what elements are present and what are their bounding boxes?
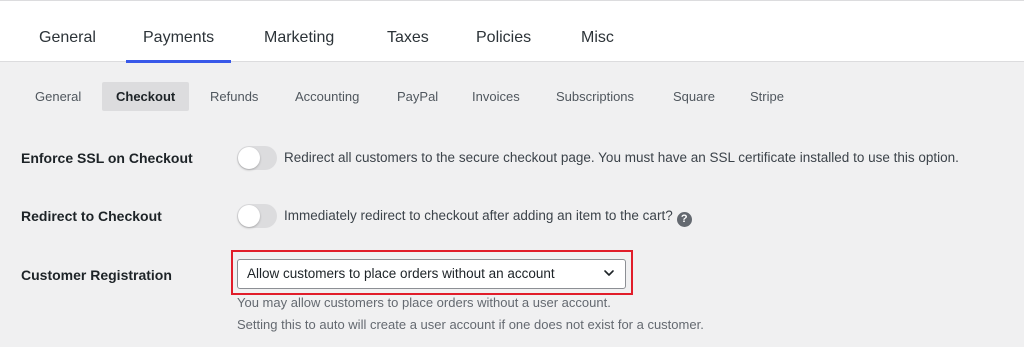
help-icon[interactable]: ? <box>676 212 692 227</box>
section-subtabs: General Checkout Refunds Accounting PayP… <box>0 82 1024 112</box>
customer-registration-help-line-2: Setting this to auto will create a user … <box>237 317 704 332</box>
tab-taxes[interactable]: Taxes <box>387 1 429 62</box>
customer-registration-select[interactable]: Allow customers to place orders without … <box>237 259 626 289</box>
subtab-general[interactable]: General <box>21 82 95 111</box>
customer-registration-selected-value: Allow customers to place orders without … <box>247 266 555 281</box>
settings-tabs-bar: General Payments Marketing Taxes Policie… <box>0 0 1024 63</box>
tab-policies[interactable]: Policies <box>476 1 531 62</box>
enforce-ssl-label: Enforce SSL on Checkout <box>21 150 193 166</box>
subtab-checkout[interactable]: Checkout <box>102 82 189 111</box>
tab-general[interactable]: General <box>39 1 96 62</box>
subtab-subscriptions[interactable]: Subscriptions <box>542 82 648 111</box>
toggle-knob <box>238 205 260 227</box>
toggle-knob <box>238 147 260 169</box>
customer-registration-label: Customer Registration <box>21 267 172 283</box>
subtab-invoices[interactable]: Invoices <box>458 82 534 111</box>
redirect-checkout-label: Redirect to Checkout <box>21 208 162 224</box>
redirect-checkout-description: Immediately redirect to checkout after a… <box>284 208 673 223</box>
enforce-ssl-toggle[interactable] <box>237 146 277 170</box>
subtab-stripe[interactable]: Stripe <box>736 82 798 111</box>
customer-registration-help-line-1: You may allow customers to place orders … <box>237 295 611 310</box>
redirect-checkout-toggle[interactable] <box>237 204 277 228</box>
tab-misc[interactable]: Misc <box>581 1 614 62</box>
redirect-checkout-description-row: Immediately redirect to checkout after a… <box>284 208 692 227</box>
subtab-accounting[interactable]: Accounting <box>281 82 373 111</box>
subtab-square[interactable]: Square <box>659 82 729 111</box>
chevron-down-icon <box>604 270 614 276</box>
tab-payments[interactable]: Payments <box>126 1 232 63</box>
enforce-ssl-description: Redirect all customers to the secure che… <box>284 150 959 165</box>
subtab-refunds[interactable]: Refunds <box>196 82 272 111</box>
tab-marketing[interactable]: Marketing <box>264 1 334 62</box>
subtab-paypal[interactable]: PayPal <box>383 82 452 111</box>
